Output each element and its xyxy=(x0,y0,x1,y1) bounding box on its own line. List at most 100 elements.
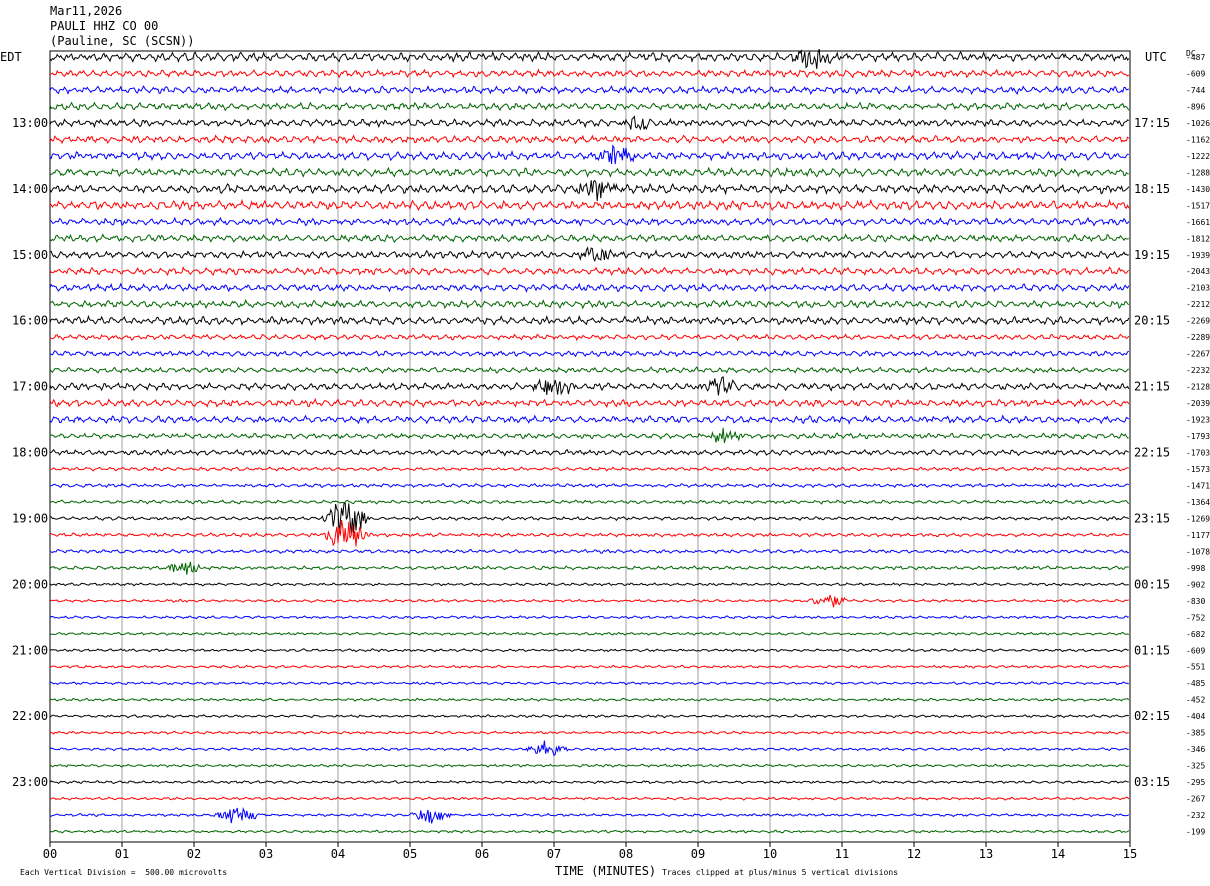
trace-line xyxy=(49,198,1130,212)
trace-line xyxy=(49,561,1129,575)
dc-offset-label: -744 xyxy=(1186,86,1205,95)
dc-offset-label: -2269 xyxy=(1186,317,1210,326)
trace-line xyxy=(49,502,1130,534)
trace-line xyxy=(49,115,1130,131)
dc-offset-label: -2289 xyxy=(1186,333,1210,342)
utc-hour-label: 18:15 xyxy=(1134,182,1170,196)
trace-line xyxy=(49,499,1130,505)
trace-line xyxy=(49,548,1129,555)
dc-offset-label: -267 xyxy=(1186,795,1205,804)
trace-line xyxy=(49,376,1130,396)
dc-offset-label: -2103 xyxy=(1186,284,1210,293)
trace-line xyxy=(49,829,1130,834)
dc-offset-label: -998 xyxy=(1186,564,1205,573)
trace-line xyxy=(49,466,1129,472)
trace-line xyxy=(49,615,1129,620)
edt-hour-label: 15:00 xyxy=(12,248,48,262)
x-tick-label: 06 xyxy=(475,847,489,861)
trace-line xyxy=(49,68,1130,79)
utc-hour-label: 17:15 xyxy=(1134,116,1170,130)
x-tick-label: 13 xyxy=(979,847,993,861)
dc-offset-label: -232 xyxy=(1186,811,1205,820)
trace-line xyxy=(49,233,1129,244)
trace-line xyxy=(49,366,1129,374)
trace-line xyxy=(49,216,1130,227)
x-tick-label: 14 xyxy=(1051,847,1065,861)
x-tick-label: 08 xyxy=(619,847,633,861)
utc-hour-label: 00:15 xyxy=(1134,577,1170,591)
trace-line xyxy=(49,448,1129,457)
chart-frame xyxy=(49,50,1131,843)
dc-offset-label: -1939 xyxy=(1186,251,1210,260)
trace-line xyxy=(49,648,1129,653)
dc-offset-label: -1162 xyxy=(1186,135,1210,144)
x-tick-label: 01 xyxy=(115,847,129,861)
x-tick-label: 03 xyxy=(259,847,273,861)
trace-line xyxy=(49,427,1129,444)
dc-offset-label: -1269 xyxy=(1186,514,1210,523)
x-tick-label: 12 xyxy=(907,847,921,861)
trace-line xyxy=(49,631,1130,636)
trace-line xyxy=(49,84,1129,96)
edt-hour-label: 13:00 xyxy=(12,116,48,130)
trace-line xyxy=(49,730,1129,735)
utc-hour-label: 20:15 xyxy=(1134,314,1170,328)
dc-offset-label: -1078 xyxy=(1186,547,1210,556)
dc-offset-label: -1471 xyxy=(1186,481,1210,490)
x-tick-label: 04 xyxy=(331,847,345,861)
dc-offset-label: -1222 xyxy=(1186,152,1210,161)
dc-offset-label: -682 xyxy=(1186,630,1205,639)
utc-hour-label: 21:15 xyxy=(1134,380,1170,394)
trace-line xyxy=(49,714,1129,719)
trace-line xyxy=(49,314,1130,326)
utc-hour-label: 03:15 xyxy=(1134,775,1170,789)
trace-line xyxy=(49,166,1129,178)
trace-line xyxy=(49,266,1130,277)
dc-offset-label: -1661 xyxy=(1186,218,1210,227)
dc-offset-label: -325 xyxy=(1186,762,1205,771)
edt-hour-label: 16:00 xyxy=(12,314,48,328)
trace-line xyxy=(49,48,1130,69)
dc-offset-label: -2043 xyxy=(1186,267,1210,276)
dc-offset-label: -551 xyxy=(1186,663,1205,672)
trace-line xyxy=(49,144,1129,165)
dc-offset-label: -2039 xyxy=(1186,399,1210,408)
utc-hour-label: 19:15 xyxy=(1134,248,1170,262)
dc-offset-label: -485 xyxy=(1186,679,1205,688)
x-tick-label: 10 xyxy=(763,847,777,861)
trace-line xyxy=(49,697,1130,702)
utc-hour-label: 22:15 xyxy=(1134,446,1170,460)
x-tick-label: 05 xyxy=(403,847,417,861)
dc-offset-label: -609 xyxy=(1186,646,1205,655)
dc-offset-label: -2212 xyxy=(1186,300,1210,309)
dc-offset-label: -752 xyxy=(1186,613,1205,622)
dc-offset-label: -404 xyxy=(1186,712,1205,721)
dc-offset-label: -1288 xyxy=(1186,168,1210,177)
utc-hour-label: 01:15 xyxy=(1134,643,1170,657)
trace-line xyxy=(49,179,1130,201)
trace-line xyxy=(49,796,1130,801)
dc-offset-label: -346 xyxy=(1186,745,1205,754)
dc-offset-label: -1026 xyxy=(1186,119,1210,128)
trace-line xyxy=(49,414,1130,425)
edt-hour-label: 20:00 xyxy=(12,577,48,591)
x-tick-label: 11 xyxy=(835,847,849,861)
edt-hour-label: 23:00 xyxy=(12,775,48,789)
trace-line xyxy=(49,101,1130,112)
edt-hour-label: 14:00 xyxy=(12,182,48,196)
utc-hour-label: 02:15 xyxy=(1134,709,1170,723)
trace-line xyxy=(49,246,1129,262)
dc-offset-label: -2267 xyxy=(1186,350,1210,359)
x-tick-label: 00 xyxy=(43,847,57,861)
trace-line xyxy=(49,298,1130,310)
edt-hour-label: 18:00 xyxy=(12,446,48,460)
dc-offset-label: -295 xyxy=(1186,778,1205,787)
dc-offset-label: -896 xyxy=(1186,102,1205,111)
edt-hour-label: 21:00 xyxy=(12,643,48,657)
trace-line xyxy=(49,134,1130,145)
dc-offset-label: -609 xyxy=(1186,69,1205,78)
trace-line xyxy=(49,763,1129,768)
dc-offset-label: -1364 xyxy=(1186,498,1210,507)
dc-offset-label: -487 xyxy=(1186,53,1205,62)
dc-offset-label: -385 xyxy=(1186,729,1205,738)
